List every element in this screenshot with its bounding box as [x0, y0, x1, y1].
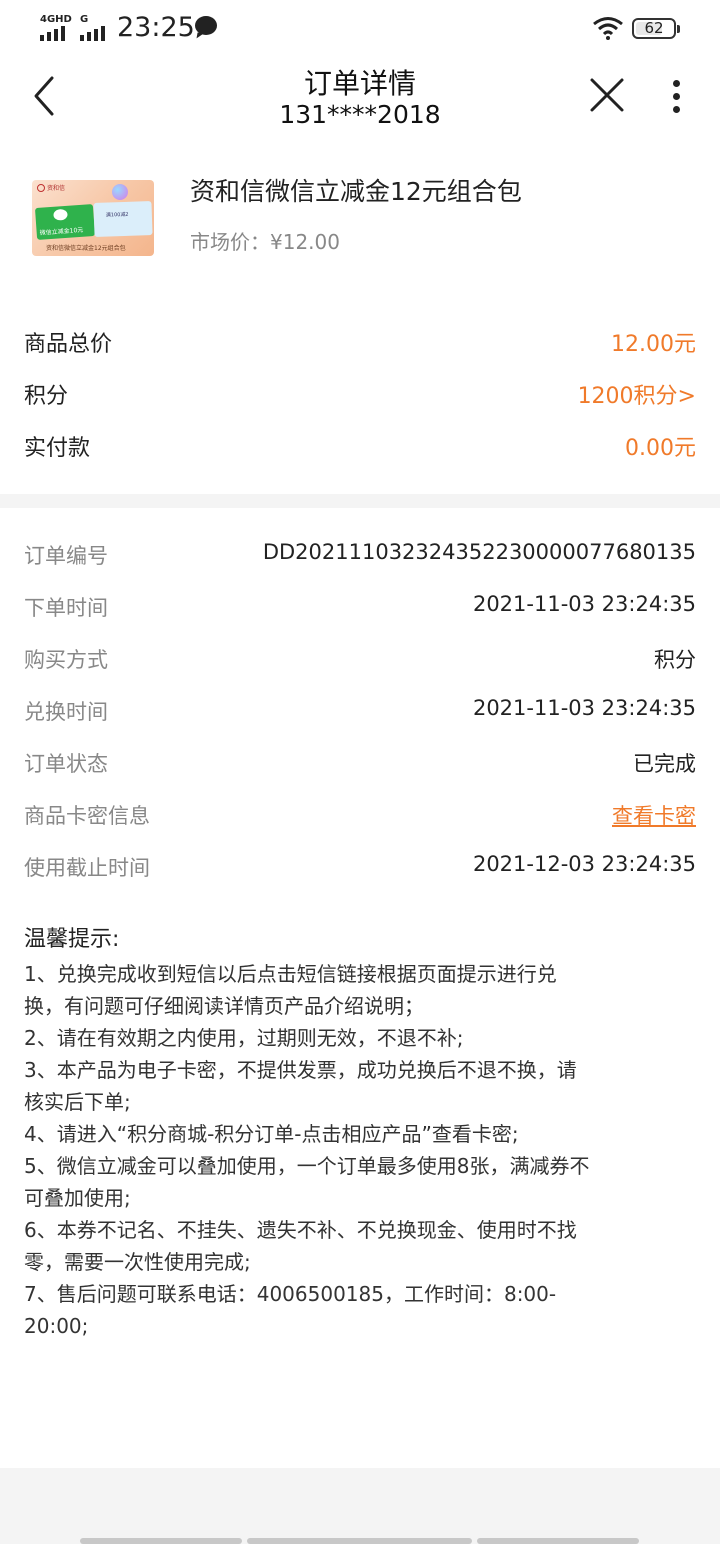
wifi-icon [593, 17, 623, 40]
detail-value: 2021-12-03 23:24:35 [472, 852, 696, 876]
tip-line: 3、本产品为电子卡密，不提供发票，成功兑换后不退不换，请 [24, 1058, 577, 1082]
tip-line: 6、本券不记名、不挂失、遗失不补、不兑换现金、使用时不找 [24, 1218, 577, 1242]
order-number-value: DD2021110323243522300000776801​35 [262, 540, 696, 564]
tips-title: 温馨提示: [24, 927, 120, 952]
back-arrow-icon[interactable] [26, 72, 66, 120]
summary-row-points[interactable]: 积分 1200积分> [24, 374, 696, 414]
detail-value: 2021-11-03 23:24:35 [472, 696, 696, 720]
more-options-icon[interactable] [660, 76, 692, 116]
thumb-logo-text: 资和信 [47, 185, 66, 192]
tips-section: 温馨提示: 1、兑换完成收到短信以后点击短信链接根据页面提示进行兑 换，有问题可… [24, 922, 696, 1342]
detail-label: 订单状态 [24, 752, 108, 776]
tip-line: 换，有问题可仔细阅读详情页产品介绍说明； [24, 994, 424, 1018]
detail-value: 2021-11-03 23:24:35 [472, 592, 696, 616]
detail-label: 兑换时间 [24, 700, 108, 724]
tip-line: 2、请在有效期之内使用，过期则无效，不退不补; [24, 1026, 464, 1050]
product-thumbnail: 资和信 微信立减金10元 满100减2 资和信微信立减金12元组合包 [32, 180, 154, 256]
tip-line: 7、售后问题可联系电话：4006500185，工作时间：8:00- [24, 1282, 557, 1306]
product-name: 资和信微信立减金12元组合包 [190, 177, 522, 206]
tip-line: 5、微信立减金可以叠加使用，一个订单最多使用8张，满减券不 [24, 1154, 590, 1178]
battery-icon: 62 [632, 18, 680, 39]
tip-line: 4、请进入“积分商城-积分订单-点击相应产品”查看卡密; [24, 1122, 519, 1146]
battery-level: 62 [644, 19, 664, 37]
detail-label: 商品卡密信息 [24, 804, 150, 828]
order-status-value: 已完成 [633, 752, 696, 776]
summary-value: 12.00元 [611, 332, 696, 357]
navigation-bar: 订单详情 131****2018 [0, 56, 720, 136]
detail-row-status: 订单状态 已完成 [24, 744, 696, 784]
tip-line: 核实后下单; [24, 1090, 131, 1114]
gesture-bar [247, 1538, 472, 1544]
status-time: 23:25 [117, 12, 195, 43]
section-divider [0, 494, 720, 508]
detail-value: 积分 [654, 648, 696, 672]
bottom-area [0, 1468, 720, 1544]
detail-label: 使用截止时间 [24, 856, 150, 880]
detail-row-order-number: 订单编号 DD2021110323243522300000776801​35 [24, 536, 696, 576]
detail-label: 购买方式 [24, 648, 108, 672]
detail-row-card-secret: 商品卡密信息 查看卡密 [24, 796, 696, 836]
summary-label: 商品总价 [24, 332, 113, 357]
thumb-green-card-text: 微信立减金10元 [39, 226, 84, 237]
view-card-secret-link[interactable]: 查看卡密 [612, 800, 696, 830]
detail-row-redeem-time: 兑换时间 2021-11-03 23:24:35 [24, 692, 696, 732]
tip-line: 零，需要一次性使用完成; [24, 1250, 251, 1274]
page-subtitle: 131****2018 [279, 100, 441, 129]
tip-line: 20:00; [24, 1314, 89, 1338]
wechat-icon [53, 208, 68, 221]
detail-row-payment-method: 购买方式 积分 [24, 640, 696, 680]
page-title: 订单详情 [303, 67, 416, 100]
summary-row-paid: 实付款 0.00元 [24, 426, 696, 466]
status-bar: 4GHD G 23:25 62 [0, 0, 720, 56]
summary-value: 0.00元 [625, 436, 696, 461]
gesture-bar [80, 1538, 242, 1544]
tip-line: 1、兑换完成收到短信以后点击短信链接根据页面提示进行兑 [24, 962, 557, 986]
detail-label: 下单时间 [24, 596, 108, 620]
detail-row-expiry: 使用截止时间 2021-12-03 23:24:35 [24, 848, 696, 888]
points-link[interactable]: 1200积分> [578, 378, 696, 410]
network-type-label-2: G [80, 14, 89, 25]
thumb-caption: 资和信微信立减金12元组合包 [46, 245, 126, 252]
gesture-bar [477, 1538, 639, 1544]
network-type-label: 4GHD [40, 14, 72, 25]
summary-label: 实付款 [24, 436, 91, 461]
message-notification-icon [195, 16, 217, 35]
market-price: 市场价：¥12.00 [190, 230, 340, 254]
product-card[interactable]: 资和信 微信立减金10元 满100减2 资和信微信立减金12元组合包 资和信微信… [0, 150, 720, 290]
thumb-blue-card-text: 满100减2 [105, 211, 129, 219]
summary-row-total: 商品总价 12.00元 [24, 322, 696, 362]
detail-label: 订单编号 [24, 544, 108, 568]
tip-line: 可叠加使用; [24, 1186, 131, 1210]
close-icon[interactable] [586, 74, 628, 116]
detail-row-order-time: 下单时间 2021-11-03 23:24:35 [24, 588, 696, 628]
summary-label: 积分 [24, 384, 69, 409]
